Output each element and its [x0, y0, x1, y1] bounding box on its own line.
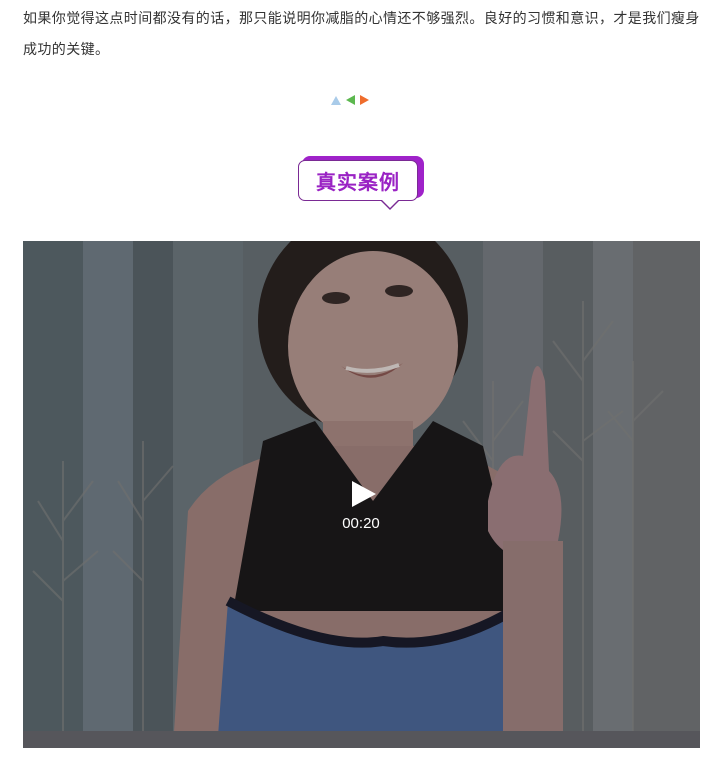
section-title-badge: 真实案例 — [298, 156, 424, 212]
video-player[interactable]: 00:20 — [23, 241, 700, 748]
badge-box: 真实案例 — [298, 160, 418, 201]
triangle-right-icon — [360, 95, 369, 105]
section-title: 真实案例 — [316, 170, 400, 194]
section-divider — [331, 94, 379, 106]
play-button[interactable] — [347, 479, 377, 509]
triangle-up-icon — [331, 95, 341, 105]
triangle-left-icon — [346, 95, 355, 105]
article-paragraph: 如果你觉得这点时间都没有的话，那只能说明你减脂的心情还不够强烈。良好的习惯和意识… — [23, 11, 700, 58]
play-icon — [352, 481, 376, 507]
video-duration: 00:20 — [342, 515, 380, 532]
badge-pointer-fill — [381, 199, 399, 208]
